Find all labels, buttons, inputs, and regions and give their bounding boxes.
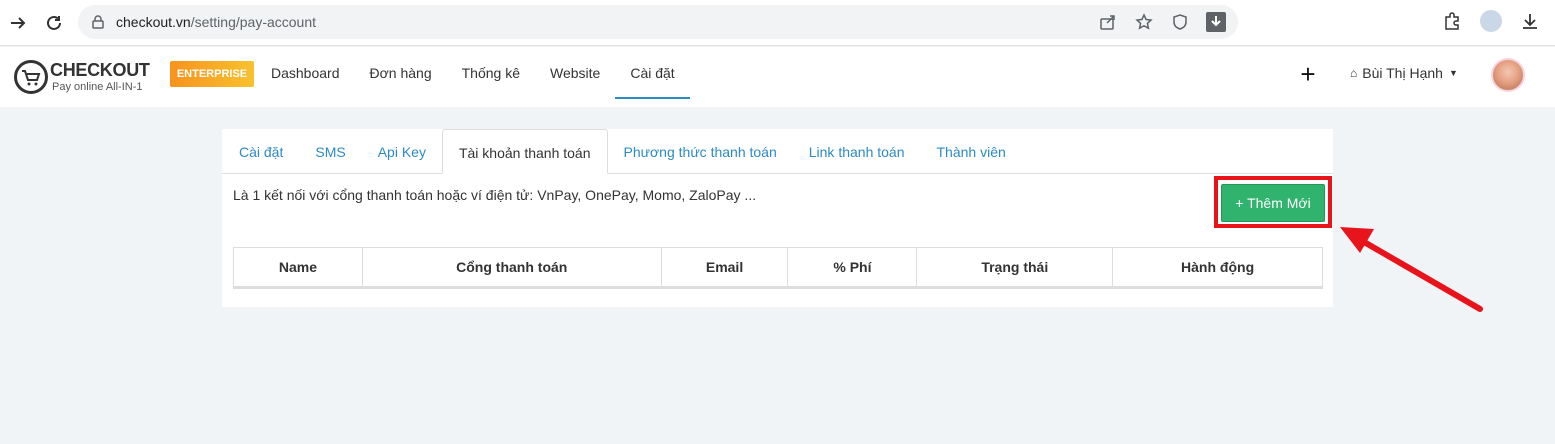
logo-subtitle: Pay online All-IN-1	[52, 81, 143, 93]
avatar[interactable]	[1491, 58, 1525, 92]
tab-settings[interactable]: Cài đặt	[223, 129, 299, 174]
extensions-icon[interactable]	[1440, 9, 1464, 33]
back-arrow-icon[interactable]	[4, 9, 32, 37]
app-header: CHECKOUT Pay online All-IN-1 ENTERPRISE …	[0, 47, 1555, 107]
tab-payment-account[interactable]: Tài khoản thanh toán	[441, 129, 608, 174]
share-icon[interactable]	[1098, 12, 1118, 32]
enterprise-badge: ENTERPRISE	[170, 61, 254, 87]
main-nav: Dashboard Đơn hàng Thống kê Website Cài …	[256, 47, 690, 107]
tab-payment-links[interactable]: Link thanh toán	[793, 129, 921, 174]
download-badge-icon[interactable]	[1206, 12, 1226, 32]
nav-statistics[interactable]: Thống kê	[447, 47, 535, 99]
highlight-frame: + Thêm Mới	[1214, 176, 1332, 228]
nav-settings[interactable]: Cài đặt	[615, 47, 690, 99]
col-name[interactable]: Name	[233, 247, 363, 289]
lock-icon	[90, 14, 106, 30]
col-fee[interactable]: % Phí	[787, 247, 918, 289]
browser-profile-icon[interactable]	[1480, 10, 1502, 32]
settings-card: Cài đặt SMS Api Key Tài khoản thanh toán…	[222, 129, 1333, 307]
plus-icon[interactable]: +	[1296, 61, 1320, 87]
tab-api-key[interactable]: Api Key	[362, 129, 442, 174]
user-name: Bùi Thị Hạnh	[1362, 65, 1443, 81]
star-icon[interactable]	[1134, 12, 1154, 32]
section-description: Là 1 kết nối với cổng thanh toán hoặc ví…	[233, 187, 757, 203]
reload-icon[interactable]	[40, 9, 68, 37]
url-text: checkout.vn/setting/pay-account	[116, 14, 317, 30]
home-icon: ⌂	[1350, 66, 1358, 80]
accounts-table: Name Cổng thanh toán Email % Phí Trạng t…	[233, 247, 1323, 289]
col-email[interactable]: Email	[660, 247, 789, 289]
caret-down-icon: ▼	[1448, 68, 1458, 78]
settings-tabs: Cài đặt SMS Api Key Tài khoản thanh toán…	[222, 129, 1333, 174]
user-menu[interactable]: ⌂ Bùi Thị Hạnh ▼	[1350, 65, 1458, 81]
col-gateway[interactable]: Cổng thanh toán	[361, 247, 662, 289]
annotation-arrow-icon	[1340, 227, 1483, 312]
tab-payment-methods[interactable]: Phương thức thanh toán	[608, 129, 793, 174]
tab-sms[interactable]: SMS	[299, 129, 361, 174]
shield-icon[interactable]	[1170, 12, 1190, 32]
col-actions[interactable]: Hành động	[1112, 247, 1323, 289]
logo-title: CHECKOUT	[50, 60, 150, 80]
address-bar[interactable]: checkout.vn/setting/pay-account	[78, 5, 1238, 39]
browser-toolbar: checkout.vn/setting/pay-account	[0, 0, 1555, 46]
checkout-logo[interactable]: CHECKOUT Pay online All-IN-1	[14, 58, 159, 98]
nav-orders[interactable]: Đơn hàng	[355, 47, 447, 99]
cart-icon	[14, 60, 48, 94]
add-new-button[interactable]: + Thêm Mới	[1221, 184, 1325, 222]
nav-website[interactable]: Website	[535, 47, 615, 99]
nav-dashboard[interactable]: Dashboard	[256, 47, 355, 99]
download-icon[interactable]	[1518, 9, 1542, 33]
tab-members[interactable]: Thành viên	[921, 129, 1022, 174]
col-status[interactable]: Trạng thái	[916, 247, 1114, 289]
